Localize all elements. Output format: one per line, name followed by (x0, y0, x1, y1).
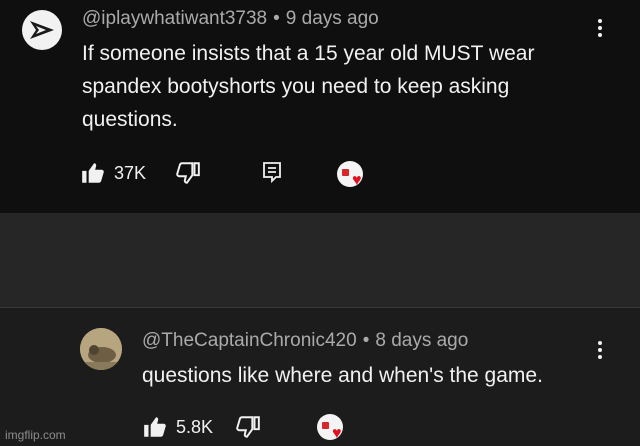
thumbs-up-icon (144, 417, 166, 437)
creator-heart-icon: ♥ (317, 414, 347, 444)
thumbs-down-icon (176, 162, 200, 184)
comment-meta: @iplaywhatiwant3738 • 9 days ago (82, 8, 379, 30)
thumbs-down-icon (236, 416, 260, 438)
comment-like-count: 37K (114, 162, 147, 183)
reply-like-button[interactable]: 5.8K (142, 414, 213, 440)
comment-like-button[interactable]: 37K (80, 160, 146, 186)
meta-separator: • (273, 8, 280, 29)
meta-separator: • (362, 330, 370, 351)
reply-text: questions like where and when's the game… (142, 364, 543, 387)
thumbs-up-icon (82, 163, 104, 183)
creator-heart-icon: ♥ (337, 161, 367, 191)
comment-avatar[interactable] (22, 10, 62, 50)
comment-author[interactable]: @iplaywhatiwant3738 (82, 8, 267, 29)
reply-timestamp[interactable]: 8 days ago (375, 330, 468, 351)
reply-like-count: 5.8K (176, 416, 214, 437)
reply-dislike-button[interactable] (235, 414, 261, 440)
comment-more-icon[interactable] (590, 14, 610, 42)
reply-meta: @TheCaptainChronic420 • 8 days ago (142, 330, 468, 352)
comment-reply-button[interactable] (260, 160, 284, 184)
reply-avatar[interactable] (80, 328, 122, 370)
comment-dislike-button[interactable] (175, 160, 201, 186)
comment-text: If someone insists that a 15 year old MU… (82, 42, 535, 131)
comment-timestamp[interactable]: 9 days ago (286, 8, 379, 29)
reply-icon (263, 162, 281, 184)
avatar-photo-icon (80, 328, 122, 370)
spacer-panel (0, 213, 640, 307)
watermark: imgflip.com (5, 428, 66, 442)
avatar-logo-icon (30, 21, 54, 39)
reply-more-icon[interactable] (590, 336, 610, 364)
reply-author[interactable]: @TheCaptainChronic420 (142, 330, 357, 351)
